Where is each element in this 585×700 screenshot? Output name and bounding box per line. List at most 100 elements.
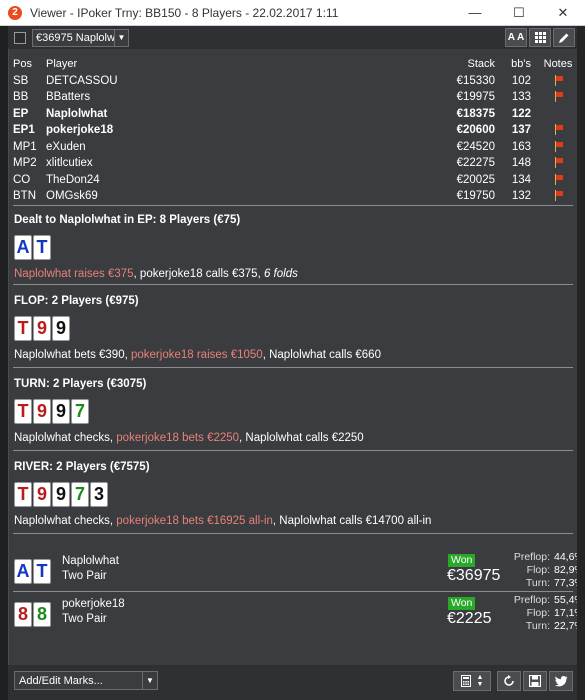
notes-cell[interactable] [543,139,573,156]
equity-row: Flop: 82,9% [502,564,584,577]
grid-icon [534,32,546,43]
replay-button[interactable] [497,671,521,691]
playing-card: 9 [52,316,70,341]
header-pos[interactable]: Pos [13,56,32,73]
notes-cell[interactable] [543,172,573,189]
marks-dropdown[interactable]: Add/Edit Marks... ▼ [14,671,158,690]
grid-button[interactable] [529,28,551,47]
equity-row: Turn: 22,7% [502,620,584,633]
player-name: DETCASSOU [46,74,118,87]
table-row[interactable]: CO TheDon24 €20025 134 [13,172,575,189]
player-position: BTN [13,190,36,202]
action-text: 6 folds [263,268,298,280]
window-title: Viewer - IPoker Trny: BB150 - 8 Players … [30,5,339,20]
app-logo-icon: 2 [8,5,22,20]
font-size-button[interactable]: A A [505,28,527,47]
result-player-name: Naplolwhat [62,555,119,567]
maximize-button[interactable]: ☐ [497,0,541,26]
note-flag-icon[interactable] [554,190,563,201]
note-flag-icon[interactable] [554,74,563,86]
calculator-icon [460,675,471,687]
playing-card: T [33,559,51,584]
turn-actions: Naplolwhat checks, pokerjoke18 bets €225… [14,430,574,446]
title-bar: 2 Viewer - IPoker Trny: BB150 - 8 Player… [0,0,585,26]
note-flag-icon[interactable] [554,91,563,102]
result-player-name: pokerjoke18 [62,598,125,610]
table-row[interactable]: EP Naplolwhat €18375 122 [13,106,575,123]
river-actions: Naplolwhat checks, pokerjoke18 bets €169… [14,513,574,529]
divider [13,450,573,451]
result-player: pokerjoke18 Two Pair [62,597,125,627]
save-button[interactable] [523,671,547,691]
table-row[interactable]: BB BBatters €19975 133 [13,89,575,106]
playing-card: T [14,316,32,341]
notes-cell[interactable] [543,155,573,172]
playing-card: A [14,235,32,260]
action-text: Naplolwhat raises €375 [14,268,134,280]
player-name: pokerjoke18 [46,124,114,136]
edit-button[interactable] [553,28,575,47]
player-name: Naplolwhat [46,107,108,120]
notes-cell[interactable] [543,122,573,139]
player-stack: €24520 [456,140,495,153]
close-button[interactable]: ✕ [541,0,585,26]
notes-cell[interactable] [543,73,573,90]
player-position: EP1 [13,124,35,136]
hand-select-dropdown[interactable]: €36975 Naplolwhat ▼ [32,28,129,47]
card-group: 88 [14,602,51,627]
river-section: RIVER: 2 Players (€7575) T 9 9 7 3 Naplolwhat … [14,459,574,529]
header-bbs[interactable]: bb's [501,56,531,73]
note-flag-icon[interactable] [554,173,563,185]
note-flag-icon[interactable] [554,157,563,168]
table-row[interactable]: SB DETCASSOU €15330 102 [13,73,575,90]
table-row[interactable]: MP2 xlitlcutiex €22275 148 [13,155,575,172]
player-position: SB [13,74,29,87]
card-group: T99 [14,316,574,341]
table-row[interactable]: BTN OMGsk69 €19750 132 [13,188,575,205]
notes-cell[interactable] [543,89,573,106]
action-text: pokerjoke18 raises €1050 [131,349,263,361]
divider [13,284,573,285]
result-hand-rank: Two Pair [62,613,107,625]
chevron-down-icon: ▼ [142,672,157,689]
header-notes[interactable]: Notes [543,56,573,73]
select-checkbox[interactable] [14,31,26,44]
player-bbs: 133 [511,91,531,103]
equity-label: Turn: [525,620,550,632]
equity-stats: Preflop: 55,4% Flop: 17,1% Turn: 22,7% [502,594,584,633]
action-text: , Naplolwhat calls €660 [262,349,381,361]
flop-actions: Naplolwhat bets €390, pokerjoke18 raises… [14,347,574,363]
equity-label: Preflop: [513,594,550,606]
player-stack: €20025 [456,173,495,186]
twitter-icon [554,675,567,686]
playing-card: 7 [71,482,89,507]
playing-card: A [14,559,32,584]
player-position: CO [13,173,31,186]
header-player[interactable]: Player [46,56,77,73]
action-text: Naplolwhat checks, [14,432,117,444]
table-row[interactable]: MP1 eXuden €24520 163 [13,139,575,156]
table-row[interactable]: EP1 pokerjoke18 €20600 137 [13,122,575,139]
notes-cell[interactable] [543,188,573,205]
equity-row: Turn: 77,3% [502,577,584,590]
divider [13,367,573,368]
playing-card: 9 [52,482,70,507]
table-header: Pos Player Stack bb's Notes [13,56,575,73]
card-group: T997 [14,399,574,424]
minimize-button[interactable]: — [453,0,497,26]
result-row: 8 8 pokerjoke18 Two Pair Won €2225 Preflop: 55,… [14,594,584,634]
player-position: EP [13,107,29,120]
playing-card: 9 [33,399,51,424]
calculator-button[interactable]: ▲ ▼ [453,671,491,691]
note-flag-icon[interactable] [554,140,563,152]
action-text: pokerjoke18 bets €2250 [116,432,240,444]
player-bbs: 122 [511,107,531,120]
twitter-button[interactable] [549,671,573,691]
player-bbs: 132 [511,190,531,202]
action-text: , Naplolwhat calls €14700 all-in [272,515,432,527]
note-flag-icon[interactable] [554,124,563,135]
player-position: BB [13,91,29,103]
header-stack[interactable]: Stack [467,56,495,73]
equity-label: Turn: [525,577,550,589]
player-stack: €15330 [456,74,495,87]
